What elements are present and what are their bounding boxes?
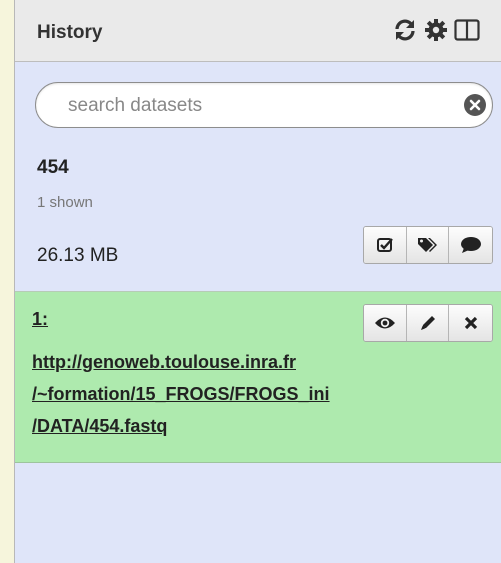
left-strip <box>0 0 14 563</box>
refresh-icon[interactable] <box>391 16 419 44</box>
dataset-title[interactable]: http://genoweb.toulouse.inra.fr /~format… <box>32 346 472 442</box>
eye-icon <box>374 317 395 329</box>
comment-icon <box>460 237 481 253</box>
clear-search-icon[interactable] <box>464 94 486 116</box>
history-actions <box>363 226 493 264</box>
tags-button[interactable] <box>406 227 450 263</box>
checkbox-icon <box>376 238 393 252</box>
tags-icon <box>417 238 437 252</box>
annotation-button[interactable] <box>449 227 492 263</box>
dataset-hid[interactable]: 1: <box>32 309 48 330</box>
history-panel: History search datasets 454 1 shown 26.1… <box>14 0 501 563</box>
dataset-actions <box>363 304 493 342</box>
columns-icon[interactable] <box>453 16 481 44</box>
delete-button[interactable] <box>449 305 492 341</box>
search-input[interactable] <box>66 93 450 119</box>
pencil-icon <box>420 316 435 330</box>
search-box <box>35 82 493 128</box>
edit-attributes-button[interactable] <box>406 305 450 341</box>
delete-icon <box>464 316 477 330</box>
history-size: 26.13 MB <box>37 245 119 266</box>
shown-count: 1 shown <box>37 194 93 211</box>
gear-icon[interactable] <box>422 16 450 44</box>
dataset-item[interactable]: 1: http://genoweb.toulouse.inra.fr /~for… <box>15 291 501 463</box>
select-datasets-button[interactable] <box>364 227 407 263</box>
view-data-button[interactable] <box>364 305 407 341</box>
history-name[interactable]: 454 <box>37 157 69 179</box>
history-title: History <box>37 22 103 43</box>
history-header: History <box>15 0 501 62</box>
